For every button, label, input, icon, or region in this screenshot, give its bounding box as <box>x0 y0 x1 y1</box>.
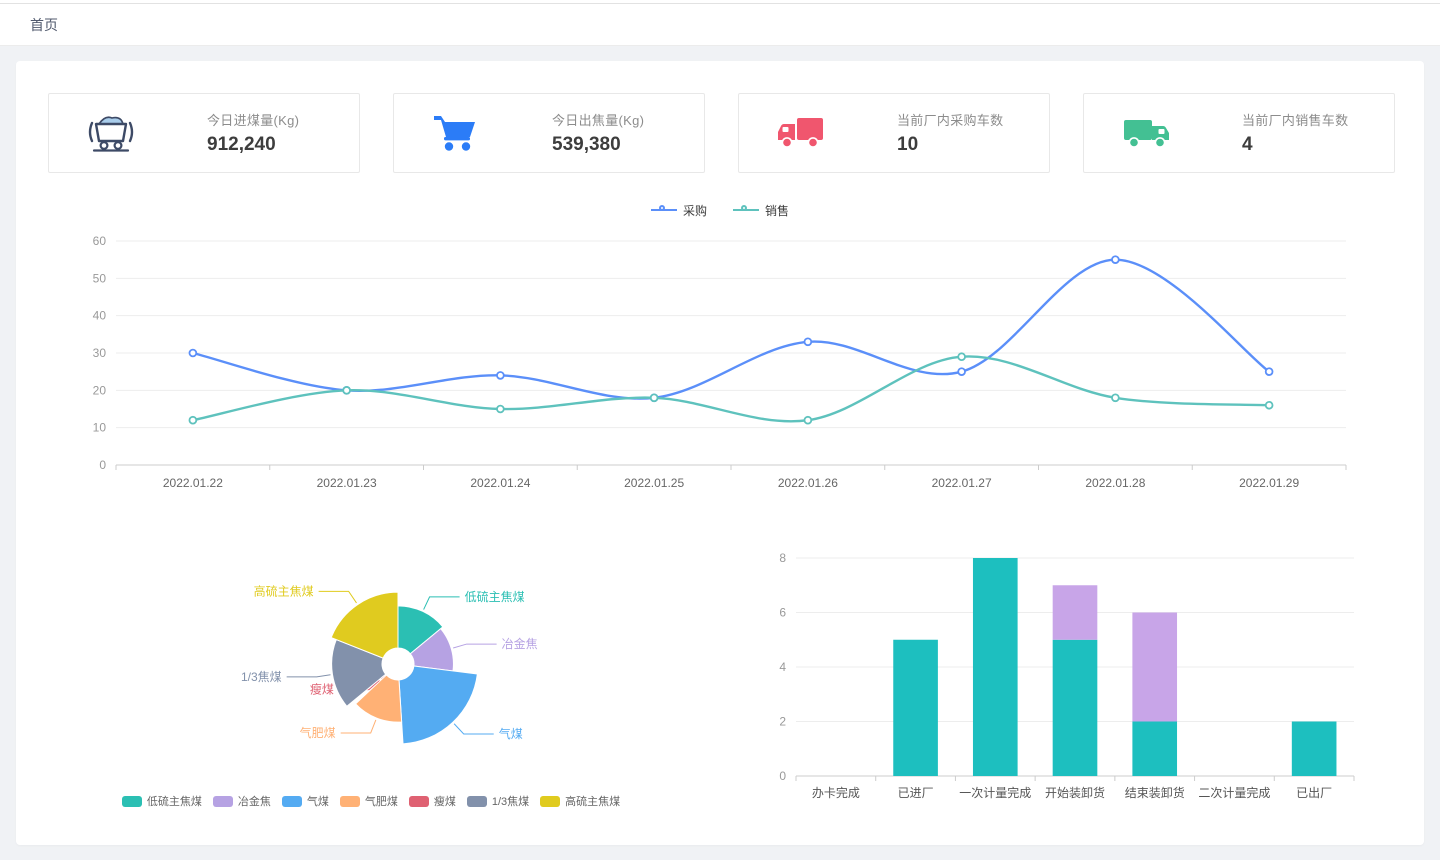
svg-text:2022.01.22: 2022.01.22 <box>163 476 223 490</box>
svg-text:低硫主焦煤: 低硫主焦煤 <box>465 589 525 604</box>
bottom-charts-row: 低硫主焦煤冶金焦气煤气肥煤瘦煤1/3焦煤高硫主焦煤 低硫主焦煤冶金焦气煤气肥煤瘦… <box>16 544 1424 811</box>
svg-text:8: 8 <box>779 551 786 565</box>
breadcrumb-bar: 首页 <box>0 4 1440 46</box>
stat-value: 912,240 <box>207 134 349 156</box>
svg-text:20: 20 <box>93 383 107 397</box>
legend-label: 低硫主焦煤 <box>147 793 202 809</box>
line-chart: 0 10 20 30 40 50 60 2022.01.22 2022.01.23 2022.01… <box>54 227 1424 504</box>
legend-swatch-icon <box>282 796 302 807</box>
legend-swatch-icon <box>213 796 233 807</box>
svg-text:瘦煤: 瘦煤 <box>310 682 334 697</box>
legend-line-marker-icon <box>651 205 677 215</box>
legend-swatch-icon <box>340 796 360 807</box>
legend-label: 1/3焦煤 <box>492 793 529 809</box>
stat-value: 539,380 <box>552 134 694 156</box>
svg-text:已出厂: 已出厂 <box>1296 786 1332 800</box>
svg-text:办卡完成: 办卡完成 <box>812 785 860 800</box>
legend-swatch-icon <box>409 796 429 807</box>
svg-text:1/3焦煤: 1/3焦煤 <box>241 670 282 684</box>
svg-text:气煤: 气煤 <box>499 726 523 741</box>
pie-legend-item-高硫主焦煤[interactable]: 高硫主焦煤 <box>540 793 620 809</box>
stat-card-coal-in: 今日进煤量(Kg) 912,240 <box>48 93 360 173</box>
stat-card-coke-out: 今日出焦量(Kg) 539,380 <box>393 93 705 173</box>
svg-text:2022.01.23: 2022.01.23 <box>317 476 377 490</box>
legend-label: 气煤 <box>307 793 329 809</box>
pie-legend-item-低硫主焦煤[interactable]: 低硫主焦煤 <box>122 793 202 809</box>
svg-text:结束装卸货: 结束装卸货 <box>1125 785 1185 800</box>
pie-chart-legend: 低硫主焦煤 冶金焦 气煤 气肥煤 瘦煤 1/3焦煤 高硫主焦煤 <box>46 793 696 809</box>
stat-card-sales-trucks: 当前厂内销售车数 4 <box>1083 93 1395 173</box>
legend-swatch-icon <box>467 796 487 807</box>
sales-truck-icon <box>1120 110 1180 156</box>
svg-text:已进厂: 已进厂 <box>898 786 934 800</box>
svg-text:2022.01.26: 2022.01.26 <box>778 476 838 490</box>
svg-text:开始装卸货: 开始装卸货 <box>1045 785 1105 800</box>
stat-label: 今日出焦量(Kg) <box>552 110 694 129</box>
pie-legend-item-气肥煤[interactable]: 气肥煤 <box>340 793 398 809</box>
pie-legend-item-1/3焦煤[interactable]: 1/3焦煤 <box>467 793 529 809</box>
mine-cart-icon <box>85 110 145 156</box>
line-chart-legend: 采购 销售 <box>16 199 1424 221</box>
purchase-truck-icon <box>775 110 835 156</box>
svg-text:4: 4 <box>779 660 786 674</box>
svg-text:6: 6 <box>779 606 786 620</box>
svg-text:2022.01.25: 2022.01.25 <box>624 476 684 490</box>
svg-text:10: 10 <box>93 421 107 435</box>
truck-status-bar-chart: 0 2 4 6 8 办卡完成 已进厂 一次计量完成开始装卸货 结束装卸货二次计量完成 已出厂 <box>696 544 1424 811</box>
svg-text:2022.01.27: 2022.01.27 <box>932 476 992 490</box>
stat-card-purchase-trucks: 当前厂内采购车数 10 <box>738 93 1050 173</box>
pie-legend-item-瘦煤[interactable]: 瘦煤 <box>409 793 456 809</box>
legend-label: 冶金焦 <box>238 793 271 809</box>
svg-text:60: 60 <box>93 234 107 248</box>
svg-text:二次计量完成: 二次计量完成 <box>1198 785 1270 800</box>
coal-type-rose-chart: 低硫主焦煤冶金焦气煤气肥煤瘦煤1/3焦煤高硫主焦煤 低硫主焦煤冶金焦气煤气肥煤瘦… <box>16 544 696 811</box>
svg-text:高硫主焦煤: 高硫主焦煤 <box>254 583 314 598</box>
svg-text:0: 0 <box>99 458 106 472</box>
stat-label: 当前厂内销售车数 <box>1242 110 1384 129</box>
stat-value: 4 <box>1242 134 1384 156</box>
pie-legend-item-冶金焦[interactable]: 冶金焦 <box>213 793 271 809</box>
stat-value: 10 <box>897 134 1039 156</box>
legend-line-marker-icon <box>733 205 759 215</box>
svg-text:40: 40 <box>93 309 107 323</box>
purchase-sales-line-chart-section: 采购 销售 0 10 20 30 40 50 60 2022.01.22 2022.01.23 20… <box>16 199 1424 504</box>
dashboard-panel: 今日进煤量(Kg) 912,240 今日出焦量(Kg) 539,380 <box>16 61 1424 845</box>
stat-label: 今日进煤量(Kg) <box>207 110 349 129</box>
stat-label: 当前厂内采购车数 <box>897 110 1039 129</box>
svg-text:30: 30 <box>93 346 107 360</box>
svg-text:2022.01.24: 2022.01.24 <box>470 476 530 490</box>
svg-text:2022.01.28: 2022.01.28 <box>1085 476 1145 490</box>
breadcrumb[interactable]: 首页 <box>30 15 58 35</box>
legend-item-采购[interactable]: 采购 <box>651 202 707 219</box>
svg-text:2: 2 <box>779 715 786 729</box>
svg-text:50: 50 <box>93 271 107 285</box>
legend-label: 高硫主焦煤 <box>565 793 620 809</box>
shopping-cart-icon <box>430 110 490 156</box>
svg-text:一次计量完成: 一次计量完成 <box>959 785 1031 800</box>
legend-swatch-icon <box>540 796 560 807</box>
svg-text:冶金焦: 冶金焦 <box>502 636 538 651</box>
legend-label: 气肥煤 <box>365 793 398 809</box>
legend-label: 瘦煤 <box>434 793 456 809</box>
svg-text:2022.01.29: 2022.01.29 <box>1239 476 1299 490</box>
legend-label: 销售 <box>765 202 789 219</box>
pie-legend-item-气煤[interactable]: 气煤 <box>282 793 329 809</box>
svg-text:气肥煤: 气肥煤 <box>300 725 336 740</box>
legend-swatch-icon <box>122 796 142 807</box>
legend-label: 采购 <box>683 202 707 219</box>
legend-item-销售[interactable]: 销售 <box>733 202 789 219</box>
stat-cards-row: 今日进煤量(Kg) 912,240 今日出焦量(Kg) 539,380 <box>16 61 1424 173</box>
svg-text:0: 0 <box>779 769 786 783</box>
